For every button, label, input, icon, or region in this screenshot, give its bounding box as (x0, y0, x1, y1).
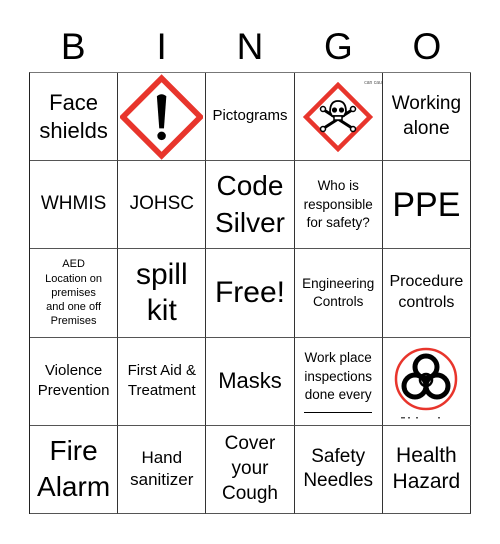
bingo-cell[interactable]: Masks (206, 337, 295, 426)
bingo-cell[interactable]: PPE (382, 161, 471, 250)
bingo-cell[interactable]: AED Location on premises and one off Pre… (30, 249, 119, 338)
header-letter-n: N (236, 26, 264, 67)
fill-in-blank-line (304, 412, 373, 414)
bingo-cell[interactable]: Pictograms (206, 73, 295, 162)
header-letter-o: O (412, 26, 442, 67)
bingo-grid: Face shields Pictograms can cau Working (29, 72, 471, 514)
bingo-cell[interactable]: Safety Needles (294, 425, 383, 514)
cell-text: Face shields (39, 90, 108, 143)
header-letter-b: B (60, 26, 86, 67)
bingo-cell[interactable]: WHMIS (30, 161, 119, 250)
cell-text: Working alone (391, 92, 462, 139)
header-letter-g: G (324, 26, 353, 67)
bingo-cell[interactable] (382, 337, 471, 426)
bingo-cell[interactable]: Code Silver (206, 161, 295, 250)
bingo-cell[interactable]: Fire Alarm (30, 425, 119, 514)
cell-text: Free! (214, 275, 285, 309)
bingo-cell[interactable] (118, 73, 207, 162)
cell-text: Violence Prevention (37, 361, 110, 400)
cell-text: Work place inspections done every (304, 350, 372, 402)
bingo-cell[interactable]: Working alone (382, 73, 471, 162)
bingo-cell[interactable]: can cau (294, 73, 383, 162)
bingo-cell[interactable]: Engineering Controls (294, 249, 383, 338)
cell-text: Cover your Cough (221, 433, 278, 504)
cell-text: JOHSC (129, 193, 194, 215)
bingo-cell[interactable]: Cover your Cough (206, 425, 295, 514)
biohazard-icon (395, 347, 458, 419)
cell-text: Hand sanitizer (130, 448, 194, 490)
cell-text: WHMIS (40, 193, 107, 215)
cell-text: Masks (218, 368, 282, 394)
bingo-cell[interactable]: First Aid & Treatment (118, 337, 207, 426)
cell-text: spill kit (135, 257, 188, 327)
bingo-cell[interactable]: Hand sanitizer (118, 425, 207, 514)
cell-text: Safety Needles (303, 445, 374, 492)
skull-crossbones-icon (303, 81, 374, 152)
bingo-cell[interactable]: Work place inspections done every (294, 337, 383, 426)
bingo-cell[interactable]: Health Hazard (382, 425, 471, 514)
bingo-cell[interactable]: JOHSC (118, 161, 207, 250)
exclamation-hazard-icon (120, 73, 204, 160)
header-letter-i: I (156, 26, 167, 67)
cell-text: Fire Alarm (37, 435, 111, 503)
bingo-cell[interactable]: Who is responsible for safety? (294, 161, 383, 250)
bingo-header: B I N G O (29, 22, 471, 72)
cell-text: Pictograms (212, 107, 288, 125)
cell-text: Who is responsible for safety? (303, 178, 373, 230)
cell-text: Procedure controls (389, 273, 464, 311)
bingo-cell[interactable]: Face shields (30, 73, 119, 162)
cell-text: Health Hazard (392, 444, 461, 494)
free-space[interactable]: Free! (206, 249, 295, 338)
cell-text: First Aid & Treatment (127, 361, 196, 400)
bingo-cell[interactable]: Violence Prevention (30, 337, 119, 426)
cell-text: Code Silver (214, 170, 285, 238)
pictogram-caption: can cau (364, 80, 382, 86)
cell-text: AED Location on premises and one off Pre… (45, 258, 103, 328)
bingo-cell[interactable]: spill kit (118, 249, 207, 338)
cell-text: Engineering Controls (302, 275, 375, 309)
bingo-cell[interactable]: Procedure controls (382, 249, 471, 338)
cell-text: PPE (392, 185, 461, 224)
